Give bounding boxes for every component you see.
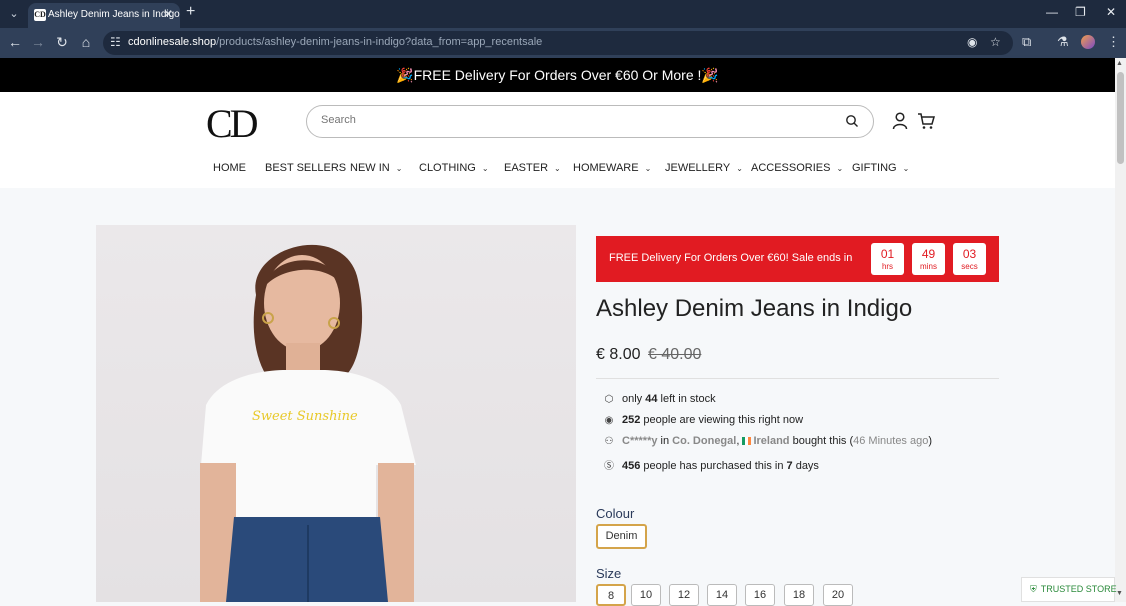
- sale-banner: FREE Delivery For Orders Over €60! Sale …: [596, 236, 999, 282]
- address-bar[interactable]: ☷ cdonlinesale.shop/products/ashley-deni…: [103, 31, 1013, 55]
- browser-tab-strip: ⌄ CD Ashley Denim Jeans in Indigo ✕ + — …: [0, 0, 1126, 28]
- close-window-icon[interactable]: ✕: [1106, 5, 1116, 19]
- size-option[interactable]: 16: [745, 584, 775, 606]
- product-title: Ashley Denim Jeans in Indigo: [596, 295, 913, 322]
- sale-text: FREE Delivery For Orders Over €60! Sale …: [609, 252, 853, 264]
- countdown-hours: 01 hrs: [871, 243, 904, 275]
- nav-new-in[interactable]: NEW IN ⌄: [350, 162, 402, 174]
- scroll-thumb[interactable]: [1117, 72, 1124, 164]
- cart-icon[interactable]: [917, 112, 935, 130]
- search-icon[interactable]: [845, 114, 859, 128]
- reload-icon[interactable]: ↻: [53, 34, 71, 51]
- main-nav: HOME BEST SELLERS NEW IN ⌄ CLOTHING ⌄ EAST…: [0, 158, 1115, 180]
- restore-icon[interactable]: ❐: [1075, 5, 1086, 19]
- nav-best-sellers[interactable]: BEST SELLERS: [265, 162, 346, 174]
- chevron-down-icon: ⌄: [395, 164, 403, 173]
- url-text: cdonlinesale.shop/products/ashley-denim-…: [128, 36, 543, 48]
- chevron-down-icon: ⌄: [481, 164, 489, 173]
- new-tab-icon[interactable]: +: [186, 3, 195, 21]
- viewers-info: ◉ 252 people are viewing this right now: [602, 414, 803, 426]
- dollar-icon: Ⓢ: [604, 461, 614, 472]
- nav-accessories[interactable]: ACCESSORIES ⌄: [751, 162, 843, 174]
- back-icon[interactable]: ←: [6, 34, 24, 50]
- chevron-down-icon: ⌄: [644, 164, 652, 173]
- colour-option-denim[interactable]: Denim: [596, 524, 647, 549]
- model-illustration: Sweet Sunshine: [200, 244, 416, 602]
- stock-info: ⬡ only 44 left in stock: [602, 393, 716, 405]
- shirt-print-text: Sweet Sunshine: [252, 409, 358, 424]
- shield-check-icon: ⛨: [1030, 584, 1037, 594]
- bookmark-star-icon[interactable]: ☆: [990, 35, 1001, 49]
- site-header: CD HOME BEST SELLERS NEW IN⌄ CLOTHING⌄ E…: [0, 92, 1115, 188]
- extensions-icon[interactable]: ⧉: [1022, 34, 1031, 50]
- eye-icon: ◉: [604, 415, 614, 426]
- chevron-down-icon: ⌄: [902, 164, 910, 173]
- purchased-info: Ⓢ 456 people has purchased this in 7 days: [602, 457, 819, 472]
- ireland-flag-icon: [742, 437, 752, 445]
- size-option[interactable]: 10: [631, 584, 661, 606]
- nav-easter[interactable]: EASTER ⌄: [504, 162, 561, 174]
- menu-icon[interactable]: ⋮: [1107, 34, 1120, 50]
- tracking-eye-icon[interactable]: ◉: [967, 35, 977, 49]
- size-option[interactable]: 12: [669, 584, 699, 606]
- nav-home[interactable]: HOME: [213, 162, 246, 174]
- nav-clothing[interactable]: CLOTHING ⌄: [419, 162, 489, 174]
- divider: [596, 378, 999, 379]
- search-box[interactable]: [306, 105, 874, 138]
- size-label: Size: [596, 566, 622, 581]
- site-info-icon[interactable]: ☷: [110, 35, 121, 49]
- forward-icon[interactable]: →: [29, 34, 47, 50]
- original-price: € 40.00: [648, 346, 702, 363]
- chevron-down-icon: ⌄: [836, 164, 844, 173]
- product-page: Sweet Sunshine FREE Delivery For Orders …: [0, 188, 1115, 606]
- browser-tab[interactable]: CD Ashley Denim Jeans in Indigo ✕: [28, 3, 180, 28]
- colour-label: Colour: [596, 506, 635, 521]
- scroll-down-icon[interactable]: ▼: [1116, 590, 1123, 597]
- chevron-down-icon: ⌄: [554, 164, 561, 173]
- browser-toolbar: ← → ↻ ⌂ ☷ cdonlinesale.shop/products/ash…: [0, 28, 1126, 58]
- nav-gifting[interactable]: GIFTING ⌄: [852, 162, 909, 174]
- nav-homeware[interactable]: HOMEWARE ⌄: [573, 162, 651, 174]
- countdown-minutes: 49 mins: [912, 243, 945, 275]
- size-option[interactable]: 20: [823, 584, 853, 606]
- promo-bar: 🎉FREE Delivery For Orders Over €60 Or Mo…: [0, 58, 1115, 92]
- size-option[interactable]: 8: [596, 584, 626, 606]
- chevron-down-icon: ⌄: [736, 164, 743, 173]
- tab-search-icon[interactable]: ⌄: [6, 6, 22, 22]
- box-icon: ⬡: [604, 394, 614, 405]
- profile-avatar[interactable]: [1081, 35, 1095, 49]
- tab-close-icon[interactable]: ✕: [163, 7, 173, 21]
- tab-title: Ashley Denim Jeans in Indigo: [48, 9, 180, 20]
- user-icon: ⚇: [604, 436, 614, 447]
- home-icon[interactable]: ⌂: [77, 34, 95, 50]
- minimize-icon[interactable]: —: [1046, 5, 1058, 19]
- page-scrollbar[interactable]: ▲ ▼: [1115, 58, 1126, 602]
- account-icon[interactable]: [892, 112, 908, 130]
- size-option[interactable]: 14: [707, 584, 737, 606]
- favicon-icon: CD: [34, 9, 46, 21]
- search-input[interactable]: [321, 114, 821, 126]
- lab-icon[interactable]: ⚗: [1057, 34, 1069, 50]
- scroll-up-icon[interactable]: ▲: [1116, 60, 1123, 67]
- recent-buyer-info: ⚇ C*****y in Co. Donegal, Ireland bought …: [602, 435, 933, 447]
- size-option[interactable]: 18: [784, 584, 814, 606]
- trusted-store-badge[interactable]: ⛨ TRUSTED STORE: [1021, 577, 1117, 602]
- nav-jewellery[interactable]: JEWELLERY ⌄: [665, 162, 743, 174]
- site-logo[interactable]: CD: [206, 100, 259, 147]
- sale-price: € 8.00: [596, 346, 641, 363]
- countdown-seconds: 03 secs: [953, 243, 986, 275]
- product-image[interactable]: Sweet Sunshine: [96, 225, 576, 602]
